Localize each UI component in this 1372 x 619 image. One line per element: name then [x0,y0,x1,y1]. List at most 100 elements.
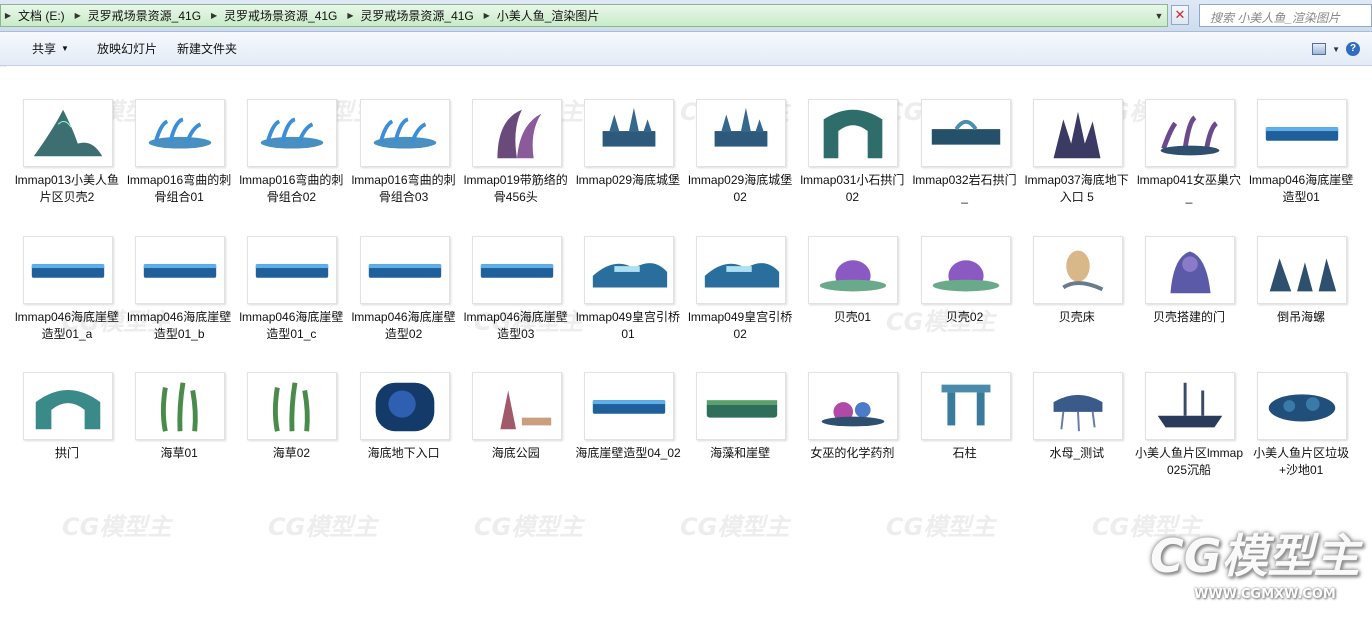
undersea-park-render-icon [471,372,562,440]
junk-sand-render-icon [1257,372,1348,440]
chevron-down-icon[interactable]: ▼ [1332,45,1340,54]
seaweed-render-icon [247,372,338,440]
shipwreck-render-icon [1145,372,1235,440]
shell-render-icon [920,236,1011,304]
file-label: lmmap029海底城堡 [575,173,681,187]
file-label: lmmap016弯曲的刺骨组合03 [351,173,456,204]
file-label: lmmap049皇宫引桥02 [688,310,793,341]
breadcrumb-item[interactable]: ▶ 文档 (E:) [1,7,71,24]
file-label: 水母_测试 [1049,446,1105,460]
file-label: 海底崖壁造型04_02 [575,446,681,460]
shell-gate-render-icon [1145,236,1235,304]
breadcrumb-label: 小美人鱼_渲染图片 [496,9,600,23]
file-label: lmmap031小石拱门02 [800,173,905,204]
breadcrumb-label: 灵罗戒场景资源_41G [224,9,338,23]
watermark: CG模型主 [268,513,378,541]
file-label: lmmap019带筋络的骨456头 [463,173,568,204]
file-label: lmmap049皇宫引桥01 [575,310,681,341]
file-label: 石柱 [952,446,977,460]
breadcrumb-item[interactable]: ▶ 灵罗戒场景资源_41G [207,7,343,24]
chevron-right-icon: ▶ [347,11,354,20]
cliff-wall-render-icon [471,236,562,304]
file-label: lmmap041女巫巢穴_ [1136,173,1242,204]
watermark: CG模型主 [680,513,790,541]
chevron-right-icon: ▶ [4,11,12,20]
file-label: lmmap016弯曲的刺骨组合02 [239,173,344,204]
toolbar: 共享 ▼ 放映幻灯片 新建文件夹 ▼ ? [0,32,1372,66]
cliff-wall-render-icon [23,236,113,304]
view-mode-icon[interactable] [1312,43,1327,55]
view-controls: ▼ ? [1312,42,1360,56]
chevron-down-icon: ▼ [61,44,69,53]
file-label: 贝壳搭建的门 [1152,310,1225,324]
file-label: lmmap046海底崖壁造型02 [351,310,456,341]
rock-arch-render-icon [920,99,1011,167]
file-label: lmmap046海底崖壁造型01_a [14,310,120,341]
breadcrumb-item[interactable]: ▶ 灵罗戒场景资源_41G [71,7,207,24]
chevron-right-icon: ▶ [74,11,81,20]
new-folder-button[interactable]: 新建文件夹 [167,36,247,62]
close-button[interactable]: ✕ [1171,5,1189,25]
file-label: lmmap032岩石拱门_ [912,173,1017,204]
file-label: 贝壳床 [1058,310,1095,324]
breadcrumb-item[interactable]: ▶ 灵罗戒场景资源_41G [343,7,479,24]
file-label: 小美人鱼片区垃圾+沙地01 [1253,446,1350,477]
share-menu[interactable]: 共享 ▼ [22,36,79,62]
file-label: lmmap046海底崖壁造型01 [1249,173,1354,204]
file-label: 拱门 [54,446,79,460]
witch-lair-render-icon [1145,99,1235,167]
cliff-wall-render-icon [1257,99,1348,167]
address-bar-row: ▶ 文档 (E:) ▶ 灵罗戒场景资源_41G ▶ 灵罗戒场景资源_41G ▶ 灵罗戒场… [0,0,1372,32]
undersea-castle-render-icon [696,99,787,167]
shell-render-icon [808,236,899,304]
ribbed-bone-render-icon [471,99,562,167]
file-label: 海底地下入口 [367,446,440,460]
address-bar[interactable]: ▶ 文档 (E:) ▶ 灵罗戒场景资源_41G ▶ 灵罗戒场景资源_41G ▶ 灵罗戒场… [0,4,1168,27]
stone-arch-render-icon [808,99,899,167]
share-label: 共享 [32,42,57,56]
cliff-wall-render-icon [359,236,450,304]
file-label: 小美人鱼片区lmmap025沉船 [1135,446,1244,477]
arch-render-icon [23,372,113,440]
algae-cliff-render-icon [696,372,787,440]
file-label: 贝壳01 [833,310,872,324]
stone-pillar-render-icon [920,372,1011,440]
shell-bed-render-icon [1032,236,1123,304]
file-label: lmmap046海底崖壁造型01_b [127,310,232,341]
breadcrumb-item[interactable]: ▶ 小美人鱼_渲染图片 [480,7,606,24]
jellyfish-render-icon [1032,372,1123,440]
breadcrumb-label: 文档 (E:) [18,9,65,23]
file-label: 女巫的化学药剂 [810,446,895,460]
curved-spine-render-icon [247,99,338,167]
witch-potion-render-icon [808,372,899,440]
chevron-right-icon: ▶ [210,11,218,20]
seaweed-render-icon [135,372,226,440]
file-label: lmmap046海底崖壁造型01_c [239,310,344,341]
search-input[interactable]: 搜索 小美人鱼_渲染图片 [1199,4,1372,27]
file-label: 倒吊海螺 [1277,310,1326,324]
help-icon[interactable]: ? [1346,42,1360,56]
underground-entrance-render-icon [359,372,450,440]
chevron-down-icon[interactable]: ▼ [1151,5,1167,26]
close-icon: ✕ [1174,7,1186,22]
file-label: 海藻和崖壁 [710,446,771,460]
file-label: 贝壳02 [945,310,984,324]
breadcrumb-label: 灵罗戒场景资源_41G [87,9,202,23]
chevron-right-icon: ▶ [483,11,490,20]
watermark: CG模型主 [1092,513,1202,541]
watermark: CG模型主 [474,513,584,541]
file-label: lmmap029海底城堡02 [688,173,793,204]
slideshow-button[interactable]: 放映幻灯片 [87,36,167,62]
palace-bridge-render-icon [584,236,674,304]
curved-spine-render-icon [135,99,226,167]
coral-entrance-render-icon [1032,99,1123,167]
cliff-wall-render-icon [247,236,338,304]
undersea-castle-render-icon [584,99,674,167]
watermark: CG模型主 [62,513,172,541]
file-label: 海草01 [160,446,198,460]
file-grid: CG模型主 CG模型主 CG模型主 CG模型主 CG模型主 CG模型主 CG模型… [0,67,1372,619]
file-label: 海底公园 [491,446,540,460]
file-label: lmmap046海底崖壁造型03 [463,310,568,341]
breadcrumb-label: 灵罗戒场景资源_41G [360,9,474,23]
file-label: lmmap016弯曲的刺骨组合01 [127,173,232,204]
